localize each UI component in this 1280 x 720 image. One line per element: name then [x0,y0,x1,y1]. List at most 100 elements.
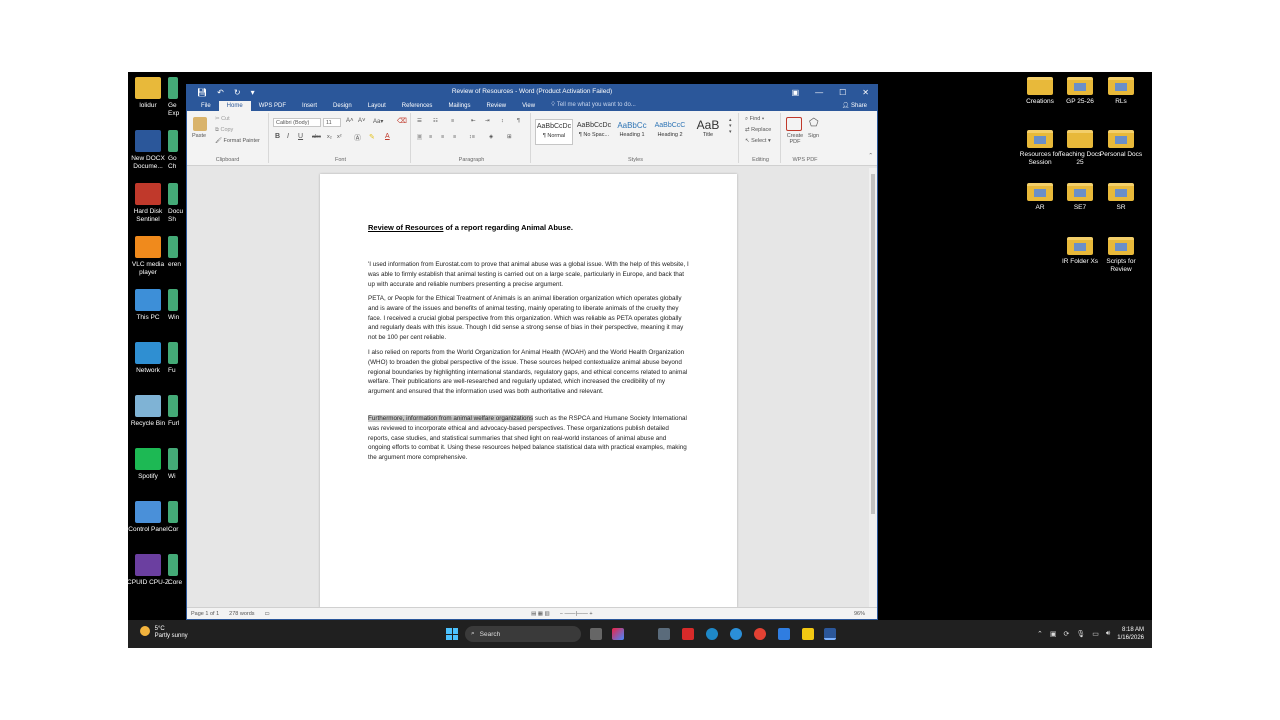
tab-file[interactable]: File [193,101,219,111]
weather-widget[interactable]: 5°C Partly sunny [140,626,188,640]
clock[interactable]: 8:18 AM 1/16/2026 [1117,626,1144,642]
tray-app-icon[interactable]: ▣ [1050,630,1057,638]
shading-icon[interactable]: ◈ [489,134,493,140]
start-button[interactable] [446,628,458,640]
desktop-folder[interactable]: Teaching Docs 25 [1058,130,1102,166]
align-center-icon[interactable]: ≡ [429,134,432,140]
shrink-font-icon[interactable]: A˅ [358,118,366,124]
pdf-icon[interactable] [786,117,802,131]
desktop-folder[interactable]: IR Folder Xs [1058,237,1102,266]
find-button[interactable]: ⌕ Find ▾ [745,116,764,123]
network-icon[interactable]: ▭ [1092,630,1099,638]
desktop-folder[interactable]: Scripts for Review [1099,237,1143,273]
superscript-icon[interactable]: x² [337,134,342,140]
sort-icon[interactable]: ↕ [501,118,504,124]
view-mode-icons[interactable]: ▤ ▦ ▥ [531,611,550,617]
edge-profile-icon[interactable] [730,628,742,640]
minimize-icon[interactable]: — [815,88,823,97]
paragraph-1[interactable]: 'I used information from Eurostat.com to… [368,260,690,289]
desktop-folder[interactable]: Resources for Session [1018,130,1062,166]
numbering-icon[interactable]: ☷ [433,118,438,124]
desktop-folder[interactable]: Creations [1018,77,1062,106]
show-marks-icon[interactable]: ¶ [517,118,520,124]
tab-mailings[interactable]: Mailings [440,101,478,111]
paste-icon[interactable] [193,117,207,131]
italic-icon[interactable]: I [287,133,289,140]
close-icon[interactable]: ✕ [862,88,869,97]
tab-wps-pdf[interactable]: WPS PDF [251,101,294,111]
desktop-folder[interactable]: GP 25-26 [1058,77,1102,106]
sticky-notes-icon[interactable] [802,628,814,640]
desktop-icon[interactable]: Hard Disk Sentinel [128,183,170,223]
desktop-folder[interactable]: RLs [1099,77,1143,106]
highlight-icon[interactable]: ✎ [369,133,375,141]
tab-references[interactable]: References [394,101,441,111]
desktop-icon[interactable]: lolidur [128,77,170,110]
replace-button[interactable]: ⇄ Replace [745,127,771,133]
desktop-icon[interactable]: Recycle Bin [128,395,170,428]
tab-view[interactable]: View [514,101,543,111]
volume-icon[interactable]: 🔊︎ [1106,630,1110,638]
desktop-icon[interactable]: Control Panel [128,501,170,534]
desktop-folder[interactable]: SR [1099,183,1143,212]
tab-review[interactable]: Review [478,101,514,111]
sign-icon[interactable]: ⬠ [809,116,819,129]
paragraph-4[interactable]: Furthermore, information from animal wel… [368,414,690,463]
desktop-icon-partial[interactable]: Ge Exp [168,77,186,117]
desktop-icon[interactable]: VLC media player [128,236,170,276]
zoom-slider[interactable]: − ——|—— + [560,611,593,617]
desktop-folder[interactable]: SE7 [1058,183,1102,212]
clear-format-icon[interactable]: ⌫ [397,117,407,125]
tell-me-search[interactable]: 💡︎ Tell me what you want to do... [543,100,644,111]
collapse-ribbon-icon[interactable]: ⌃ [868,153,873,159]
chevron-up-icon[interactable]: ⌃ [1037,630,1043,638]
font-color-icon[interactable]: A [385,133,390,140]
copy-button[interactable]: ⧉ Copy [215,127,233,134]
multilevel-list-icon[interactable]: ≡ [451,118,454,124]
camera-icon[interactable] [658,628,670,640]
tab-layout[interactable]: Layout [360,101,394,111]
bold-icon[interactable]: B [275,133,280,140]
tab-home[interactable]: Home [218,101,251,111]
taskbar-search[interactable]: ⌕ Search [465,626,581,642]
desktop-icon[interactable]: CPUID CPU-Z [128,554,170,587]
word-taskbar-icon[interactable] [824,628,836,640]
desktop-folder[interactable]: AR [1018,183,1062,212]
justify-icon[interactable]: ≡ [453,134,456,140]
borders-icon[interactable]: ⊞ [507,134,512,140]
wps-office-icon[interactable] [682,628,694,640]
style-heading-2[interactable]: AaBbCcC Heading 2 [651,119,689,145]
ribbon-display-icon[interactable]: ▣ [792,88,800,97]
tab-insert[interactable]: Insert [294,101,325,111]
proofing-icon[interactable]: ▭ [265,611,270,617]
font-family-select[interactable]: Calibri (Body) [273,118,321,127]
desktop-icon-partial[interactable]: Cor [168,501,186,534]
scroll-thumb[interactable] [871,174,875,514]
desktop-folder[interactable]: Personal Docs [1099,130,1143,159]
customize-qat-icon[interactable]: ▾ [251,88,255,97]
desktop-icon[interactable]: This PC [128,289,170,322]
desktop-icon-partial[interactable]: eren [168,236,186,269]
edge-icon[interactable] [706,628,718,640]
format-painter-button[interactable]: 🖌︎ Format Painter [215,138,260,144]
task-view-icon[interactable] [590,628,602,640]
word-count[interactable]: 278 words [229,611,254,617]
sign-button[interactable]: Sign [808,133,819,139]
save-icon[interactable]: 💾︎ [197,88,207,97]
page-count[interactable]: Page 1 of 1 [191,611,219,617]
paragraph-3[interactable]: I also relied on reports from the World … [368,348,690,397]
zoom-level[interactable]: 96% [854,611,877,617]
document-page[interactable]: Review of Resources of a report regardin… [320,174,737,608]
style-title[interactable]: AaB Title [689,119,727,145]
paste-button[interactable]: Paste [192,133,206,139]
desktop-icon-partial[interactable]: Wi [168,448,186,481]
underline-icon[interactable]: U [298,133,303,140]
desktop-icon-partial[interactable]: Core [168,554,186,587]
subscript-icon[interactable]: x₂ [327,134,332,140]
desktop-icon-partial[interactable]: Fu [168,342,186,375]
grow-font-icon[interactable]: A˄ [346,118,354,124]
line-spacing-icon[interactable]: ↕≡ [469,134,475,140]
font-size-select[interactable]: 11 [323,118,341,127]
cut-button[interactable]: ✂ Cut [215,116,230,122]
vscode-icon[interactable] [778,628,790,640]
